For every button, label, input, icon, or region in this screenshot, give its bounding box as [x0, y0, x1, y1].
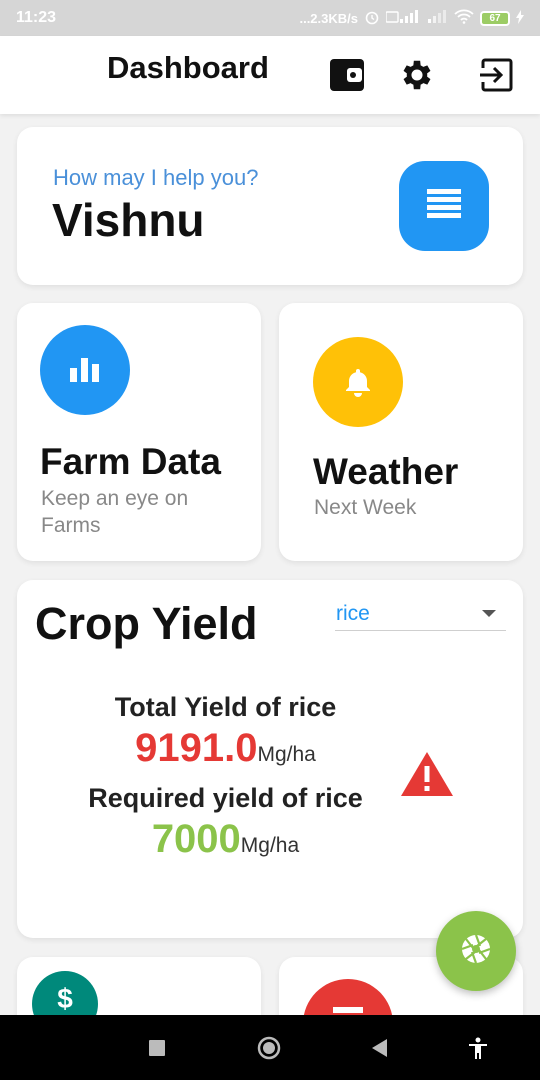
home-icon[interactable] — [256, 1035, 282, 1061]
crop-select[interactable]: rice — [335, 600, 506, 631]
tile-subtitle: Keep an eye on Farms — [41, 487, 189, 537]
page-title: Dashboard — [107, 50, 269, 85]
charging-icon — [516, 9, 524, 27]
user-name: Vishnu — [52, 194, 205, 246]
total-yield-unit: Mg/ha — [257, 743, 316, 766]
warning-icon — [400, 750, 454, 798]
logout-icon[interactable] — [477, 56, 515, 94]
farm-data-tile[interactable]: Farm Data Keep an eye on Farms — [17, 303, 261, 561]
greeting-subtitle: How may I help you? — [53, 165, 259, 190]
crop-yield-title: Crop Yield — [35, 598, 258, 649]
chevron-down-icon — [482, 610, 496, 617]
status-icons: ...2.3KB/s 67 — [299, 9, 524, 28]
crop-select-value: rice — [336, 602, 370, 625]
camera-aperture-icon — [460, 933, 492, 970]
yield-summary: Total Yield of rice 9191.0Mg/ha Required… — [47, 690, 404, 872]
status-bar: 11:23 ...2.3KB/s 67 — [0, 0, 540, 36]
tile-title: Weather — [313, 451, 459, 492]
bell-icon — [313, 337, 403, 427]
list-icon — [427, 188, 461, 224]
status-time: 11:23 — [16, 9, 57, 26]
battery-icon: 67 — [480, 10, 510, 26]
back-icon[interactable] — [367, 1035, 393, 1061]
tile-title: Farm Data — [40, 441, 221, 482]
greeting-card: How may I help you? Vishnu — [17, 127, 523, 285]
tile-subtitle: Next Week — [314, 496, 417, 519]
menu-button[interactable] — [399, 161, 489, 251]
wallet-icon[interactable] — [328, 56, 366, 94]
gear-icon[interactable] — [398, 56, 436, 94]
signal-icon — [385, 9, 422, 27]
crop-yield-card: Crop Yield rice Total Yield of rice 9191… — [17, 580, 523, 938]
network-speed: ...2.3KB/s — [299, 10, 358, 26]
bar-chart-icon — [40, 325, 130, 415]
wifi-icon — [454, 9, 474, 27]
alarm-icon — [364, 9, 380, 28]
signal-2-icon — [428, 9, 448, 27]
weather-tile[interactable]: Weather Next Week — [279, 303, 523, 561]
accessibility-icon[interactable] — [465, 1035, 491, 1061]
required-yield-unit: Mg/ha — [240, 834, 300, 857]
system-nav-bar — [0, 1015, 540, 1080]
app-bar: Dashboard — [0, 36, 540, 114]
required-yield-value: 7000 — [151, 817, 241, 861]
required-yield-label: Required yield of rice — [88, 783, 363, 813]
recents-icon[interactable] — [144, 1035, 170, 1061]
camera-button[interactable] — [436, 911, 516, 991]
total-yield-label: Total Yield of rice — [114, 692, 337, 722]
total-yield-value: 9191.0 — [135, 726, 258, 770]
